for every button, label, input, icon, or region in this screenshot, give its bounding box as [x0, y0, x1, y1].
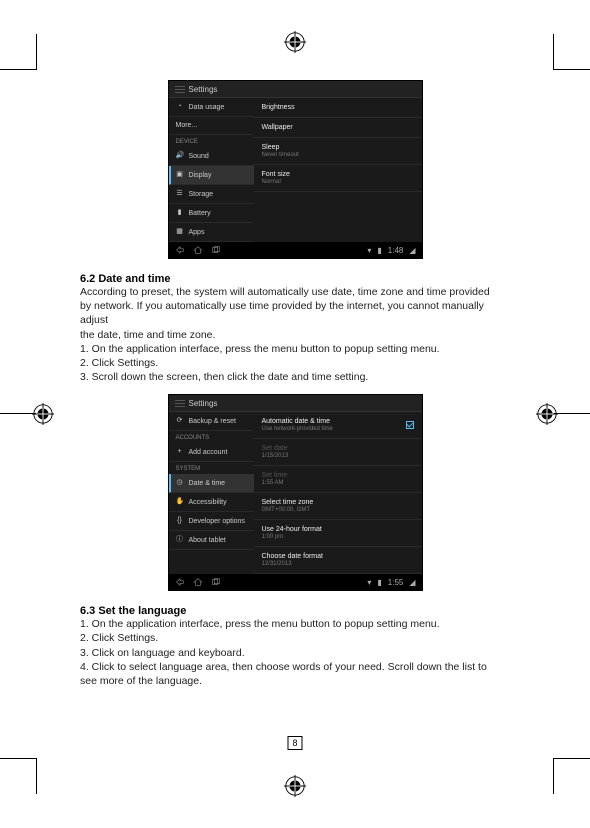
crop-mark	[554, 413, 590, 414]
recent-icon	[211, 577, 221, 587]
screenshot-display-settings: Settings ◔Data usage More... DEVICE 🔊Sou…	[168, 80, 423, 259]
wifi-icon: ▾	[367, 578, 371, 587]
sidebar-item-data-usage: ◔Data usage	[169, 98, 254, 117]
crop-mark	[553, 34, 554, 70]
detail-24h: Use 24-hour format1:00 pm	[254, 520, 422, 547]
sidebar-section-accounts: ACCOUNTS	[169, 431, 254, 443]
detail-set-time: Set time1:55 AM	[254, 466, 422, 493]
battery-icon: ▮	[176, 209, 184, 217]
screenshot-date-time-settings: Settings ⟳Backup & reset ACCOUNTS +Add a…	[168, 394, 423, 591]
crop-mark	[0, 413, 36, 414]
sidebar-item-add-account: +Add account	[169, 443, 254, 462]
sidebar-section-device: DEVICE	[169, 135, 254, 147]
crop-mark	[36, 758, 37, 794]
developer-icon: {}	[176, 517, 184, 525]
crop-mark	[554, 69, 590, 70]
display-icon: ▣	[176, 171, 184, 179]
clock: 1:48	[388, 246, 404, 255]
sidebar-section-system: SYSTEM	[169, 462, 254, 474]
signal-icon: ◢	[409, 578, 415, 587]
detail-wallpaper: Wallpaper	[254, 118, 422, 138]
sidebar-item-storage: ☰Storage	[169, 185, 254, 204]
sidebar-item-backup: ⟳Backup & reset	[169, 412, 254, 431]
registration-mark-icon	[536, 403, 558, 425]
battery-status-icon: ▮	[377, 578, 381, 587]
crop-mark	[0, 69, 36, 70]
crop-mark	[0, 758, 36, 759]
storage-icon: ☰	[176, 190, 184, 198]
info-icon: ⓘ	[176, 536, 184, 544]
sidebar-item-more: More...	[169, 117, 254, 135]
clock-icon: ◷	[176, 479, 184, 487]
settings-detail: Automatic date & timeUse network-provide…	[254, 412, 422, 574]
sidebar-item-display: ▣Display	[169, 166, 254, 185]
wifi-icon: ▾	[367, 246, 371, 255]
navbar: ▾ ▮ 1:48 ◢	[169, 242, 422, 258]
section-6-2-heading: 6.2 Date and time	[80, 273, 510, 285]
sidebar-item-developer: {}Developer options	[169, 512, 254, 531]
registration-mark-icon	[284, 31, 306, 53]
apps-icon: ▦	[176, 228, 184, 236]
detail-timezone: Select time zoneGMT+00:00, GMT	[254, 493, 422, 520]
home-icon	[193, 577, 203, 587]
settings-icon	[175, 84, 185, 94]
settings-title: Settings	[189, 399, 218, 408]
registration-mark-icon	[284, 775, 306, 797]
sidebar-item-battery: ▮Battery	[169, 204, 254, 223]
crop-mark	[36, 34, 37, 70]
crop-mark	[554, 758, 590, 759]
backup-icon: ⟳	[176, 417, 184, 425]
section-6-3-body: 1. On the application interface, press t…	[80, 617, 510, 688]
recent-icon	[211, 245, 221, 255]
sidebar-item-accessibility: ✋Accessibility	[169, 493, 254, 512]
crop-mark	[553, 758, 554, 794]
settings-icon	[175, 398, 185, 408]
clock: 1:55	[388, 578, 404, 587]
battery-status-icon: ▮	[377, 246, 381, 255]
accessibility-icon: ✋	[176, 498, 184, 506]
sound-icon: 🔊	[176, 152, 184, 160]
sidebar-item-sound: 🔊Sound	[169, 147, 254, 166]
settings-sidebar: ⟳Backup & reset ACCOUNTS +Add account SY…	[169, 412, 254, 574]
section-6-2-body: According to preset, the system will aut…	[80, 285, 510, 384]
page-number: 8	[287, 736, 302, 750]
home-icon	[193, 245, 203, 255]
detail-auto-date: Automatic date & timeUse network-provide…	[254, 412, 422, 439]
detail-sleep: SleepNever timeout	[254, 138, 422, 165]
sidebar-item-apps: ▦Apps	[169, 223, 254, 242]
signal-icon: ◢	[409, 246, 415, 255]
detail-font-size: Font sizeNormal	[254, 165, 422, 192]
sidebar-item-about: ⓘAbout tablet	[169, 531, 254, 550]
section-6-3-heading: 6.3 Set the language	[80, 605, 510, 617]
page-content: Settings ◔Data usage More... DEVICE 🔊Sou…	[80, 80, 510, 688]
detail-brightness: Brightness	[254, 98, 422, 118]
settings-header: Settings	[169, 81, 422, 98]
registration-mark-icon	[32, 403, 54, 425]
settings-detail: Brightness Wallpaper SleepNever timeout …	[254, 98, 422, 242]
detail-date-format: Choose date format12/31/2013	[254, 547, 422, 574]
data-usage-icon: ◔	[176, 103, 184, 111]
back-icon	[175, 577, 185, 587]
add-icon: +	[176, 448, 184, 456]
navbar: ▾ ▮ 1:55 ◢	[169, 574, 422, 590]
back-icon	[175, 245, 185, 255]
settings-header: Settings	[169, 395, 422, 412]
settings-title: Settings	[189, 85, 218, 94]
sidebar-item-date-time: ◷Date & time	[169, 474, 254, 493]
checkbox-on-icon	[406, 421, 414, 429]
detail-set-date: Set date1/15/2013	[254, 439, 422, 466]
settings-sidebar: ◔Data usage More... DEVICE 🔊Sound ▣Displ…	[169, 98, 254, 242]
